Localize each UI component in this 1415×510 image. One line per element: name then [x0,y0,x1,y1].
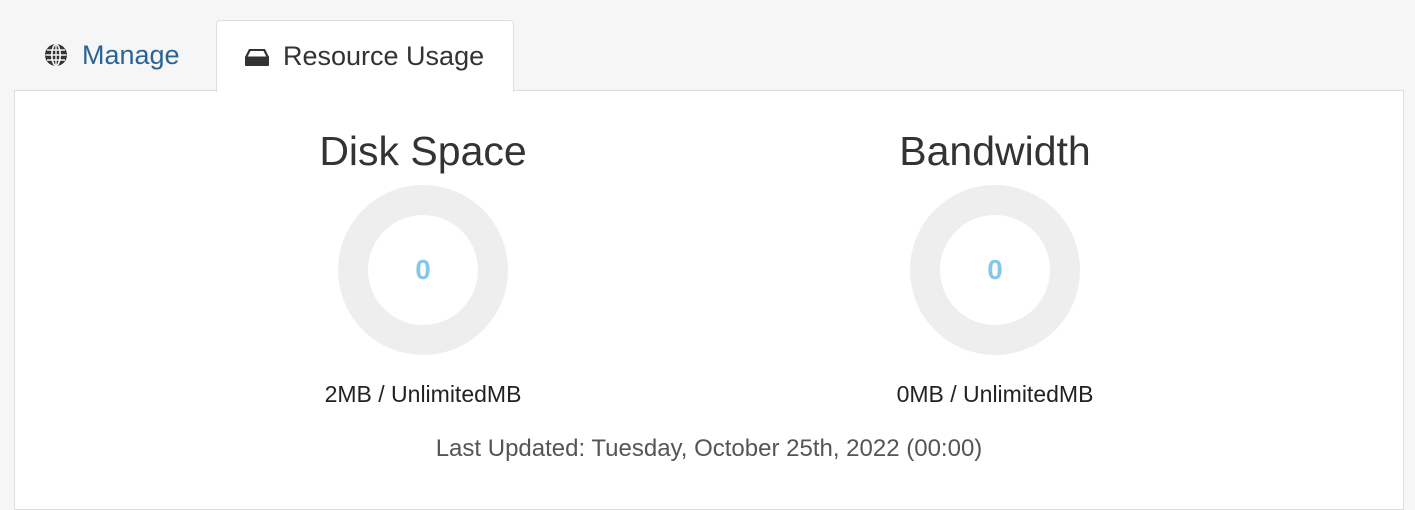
hdd-icon [243,43,271,71]
disk-space-section: Disk Space 0 2MB / UnlimitedMB [263,91,583,408]
resource-usage-panel: Disk Space 0 2MB / UnlimitedMB Bandwidth… [14,90,1404,510]
resource-usage-frame: Manage Resource Usage Disk Space 0 2MB /… [0,0,1415,510]
tab-manage[interactable]: Manage [42,20,212,90]
tab-resource-usage[interactable]: Resource Usage [216,20,514,92]
tab-bar: Manage Resource Usage [14,20,1404,92]
bandwidth-title: Bandwidth [899,128,1091,174]
disk-space-title: Disk Space [319,128,527,174]
disk-space-gauge: 0 [338,185,508,355]
disk-space-value: 0 [415,254,431,285]
bandwidth-section: Bandwidth 0 0MB / UnlimitedMB [835,91,1155,408]
globe-icon [42,41,70,69]
tab-manage-label: Manage [82,39,180,70]
disk-space-amount: 2MB / UnlimitedMB [324,381,522,407]
bandwidth-gauge: 0 [910,185,1080,355]
bandwidth-value: 0 [987,254,1003,285]
tab-resource-usage-label: Resource Usage [283,41,485,71]
bandwidth-amount: 0MB / UnlimitedMB [896,381,1094,407]
last-updated-text: Last Updated: Tuesday, October 25th, 202… [435,435,983,462]
